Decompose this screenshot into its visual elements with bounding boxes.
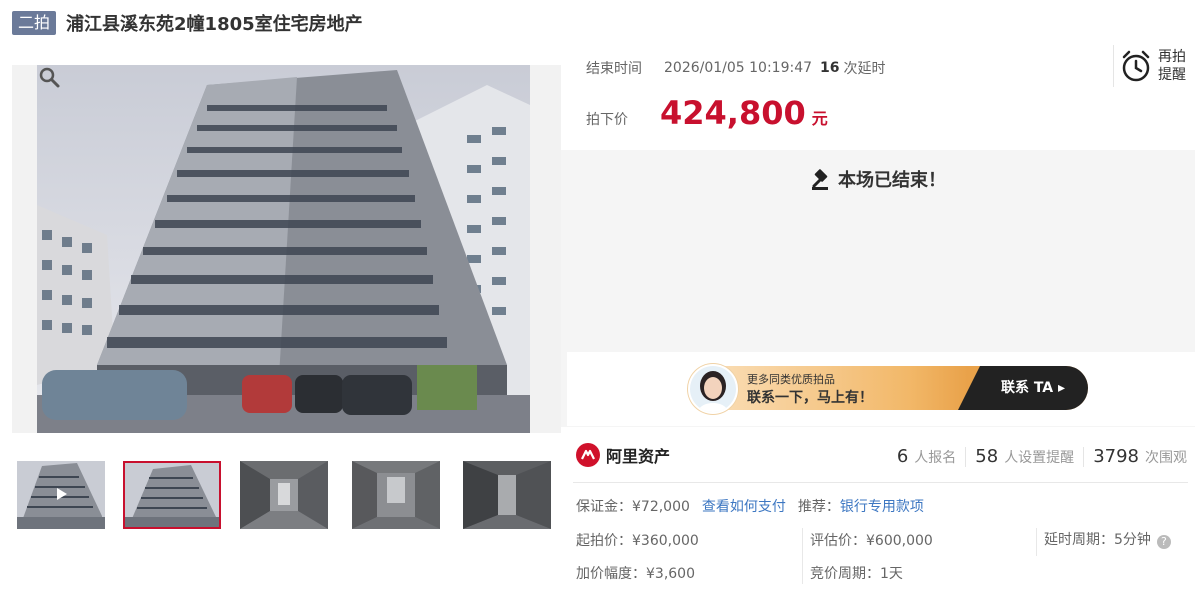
- deposit-row: 保证金：¥72,000 查看如何支付 推荐： 银行专用款项: [576, 496, 924, 516]
- play-icon: [57, 488, 67, 500]
- end-time-label: 结束时间: [586, 61, 642, 77]
- divider: [573, 482, 1188, 483]
- end-time-value: 2026/01/05 10:19:47: [664, 60, 813, 76]
- divider: [1036, 528, 1037, 556]
- delay-period: 延时周期：5分钟?: [1044, 529, 1171, 549]
- appraised-value: 评估价：¥600,000: [810, 533, 933, 549]
- final-price-value: 424,800: [660, 94, 806, 132]
- banner-line2: 联系一下，马上有！: [747, 390, 873, 406]
- final-price-row: 拍下价 424,800 元: [586, 94, 828, 132]
- auction-ended-text: 本场已结束！: [838, 170, 946, 191]
- bid-increment: 加价幅度：¥3,600: [576, 566, 695, 582]
- final-price-label: 拍下价: [586, 112, 628, 128]
- thumbnail-video[interactable]: [17, 461, 105, 529]
- agent-avatar: [688, 364, 738, 414]
- view-count: 3798: [1093, 446, 1139, 467]
- divider: [1083, 446, 1085, 467]
- contact-banner[interactable]: 更多同类优质拍品 联系一下，马上有！ 联系 TA ▸: [688, 366, 1088, 410]
- divider: [965, 446, 967, 467]
- divider: [802, 528, 803, 584]
- auction-round-tag: 二拍: [12, 11, 57, 35]
- auction-ended-message: 本场已结束！: [561, 166, 1195, 192]
- zoom-icon[interactable]: [37, 65, 61, 89]
- signup-count: 6: [896, 446, 909, 467]
- bid-period: 竞价周期：1天: [810, 566, 903, 582]
- brand-name: 阿里资产: [606, 447, 671, 466]
- title-row: 二拍 浦江县溪东苑2幢1805室住宅房地产: [12, 10, 363, 36]
- end-time-row: 结束时间 2026/01/05 10:19:47 16 次延时: [586, 58, 886, 78]
- building-photo: [37, 65, 530, 433]
- reminder-label: 人设置提醒: [1004, 449, 1075, 466]
- delay-count-label: 次延时: [843, 61, 886, 77]
- how-to-pay-link[interactable]: 查看如何支付: [702, 496, 786, 516]
- brand-logo: 阿里资产: [576, 443, 670, 467]
- reauction-remind-label: 再拍提醒: [1158, 49, 1186, 83]
- banner-line1: 更多同类优质拍品: [747, 373, 835, 386]
- thumbnail-strip: [12, 461, 561, 529]
- view-label: 次围观: [1145, 449, 1187, 466]
- delay-count: 16: [820, 60, 840, 76]
- alarm-clock-icon: [1122, 50, 1150, 82]
- reminder-count: 58: [975, 446, 999, 467]
- page-title: 浦江县溪东苑2幢1805室住宅房地产: [66, 14, 363, 35]
- thumbnail-interior-3[interactable]: [463, 461, 551, 529]
- thumbnail-interior-2[interactable]: [352, 461, 440, 529]
- recommend-label: 推荐：: [797, 499, 840, 515]
- signup-label: 人报名: [914, 449, 957, 466]
- thumbnail-building[interactable]: [123, 461, 221, 529]
- gavel-icon: [812, 169, 828, 190]
- main-photo[interactable]: [12, 65, 561, 433]
- deposit: 保证金：¥72,000: [576, 499, 690, 515]
- final-price-unit: 元: [811, 109, 828, 128]
- help-icon[interactable]: ?: [1156, 535, 1171, 549]
- thumbnail-interior-1[interactable]: [240, 461, 328, 529]
- ali-assets-logo-icon: [576, 443, 600, 467]
- start-price: 起拍价：¥360,000: [576, 533, 699, 549]
- bank-funds-link[interactable]: 银行专用款项: [840, 496, 924, 516]
- contact-ta-button[interactable]: 联系 TA ▸: [978, 366, 1088, 410]
- auction-stats: 6 人报名 58 人设置提醒 3798 次围观: [897, 446, 1187, 467]
- reauction-remind-button[interactable]: 再拍提醒: [1113, 45, 1195, 87]
